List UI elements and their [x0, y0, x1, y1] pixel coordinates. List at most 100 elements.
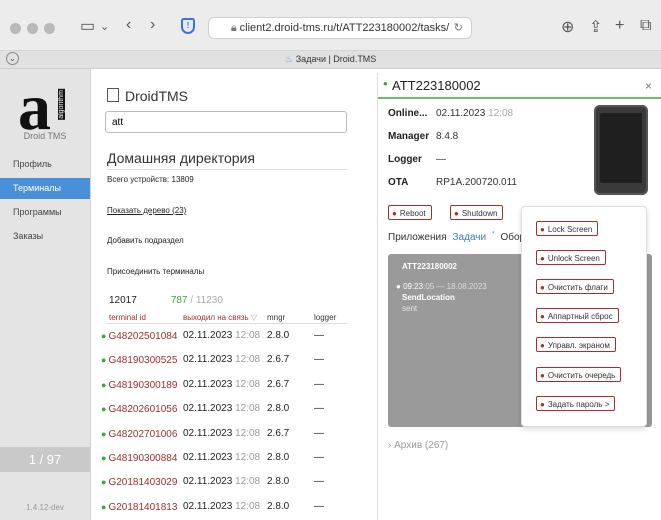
logger-row: Logger — — [388, 154, 446, 165]
tab-tasks-label: Задачи — [452, 232, 487, 244]
tab-title[interactable]: ♨ Задачи | Droid.TMS — [0, 54, 661, 65]
tab-apps[interactable]: Приложения — [388, 232, 447, 243]
shutdown-button[interactable]: ● Shutdown — [450, 205, 504, 220]
search-input[interactable] — [105, 111, 347, 133]
online-dot-icon: ● — [101, 501, 107, 512]
download-icon[interactable]: ⊕ — [561, 17, 574, 37]
main-content: DroidTMS Домашняя директория Всего устро… — [91, 69, 377, 520]
lock-screen-button[interactable]: ● Lock Screen — [536, 221, 599, 236]
logo-caption: Droid TMS — [23, 131, 67, 141]
column-logger[interactable]: logger — [314, 313, 336, 322]
manager-value: 8.4.8 — [436, 131, 459, 142]
column-mngr[interactable]: mngr — [267, 313, 285, 322]
column-terminal-id[interactable]: terminal id — [109, 313, 146, 322]
last-seen: 02.11.2023 12:08 — [183, 348, 260, 372]
browser-toolbar: ▭ ⌄ ‹ › ! 🔒︎ client2.droid-tms.ru/t/ATT22… — [0, 0, 661, 51]
online-dot-icon: ● — [101, 428, 107, 439]
url-text: client2.droid-tms.ru/t/ATT223180002/task… — [239, 22, 450, 34]
logger-version: — — [314, 330, 324, 341]
address-bar[interactable]: 🔒︎ client2.droid-tms.ru/t/ATT223180002/ta… — [208, 17, 472, 39]
mngr-version: 2.6.7 — [267, 354, 290, 366]
logger-version: — — [314, 427, 324, 439]
online-dot-icon: ● — [101, 379, 107, 390]
logger-version: — — [314, 354, 324, 366]
reboot-dot-icon: ● — [392, 209, 397, 218]
task-command: SendLocation — [402, 293, 455, 302]
count-online[interactable]: 787 — [171, 295, 188, 306]
minimize-window-button[interactable] — [27, 23, 38, 34]
last-seen-date: 02.11.2023 — [183, 427, 233, 439]
pager[interactable]: 1 / 97 — [0, 447, 90, 472]
count-total: 12017 — [109, 295, 137, 306]
close-window-button[interactable] — [10, 23, 21, 34]
dot-icon: ● — [540, 400, 545, 409]
last-seen: 02.11.2023 12:08 — [183, 397, 260, 421]
chevron-right-icon: > — [604, 400, 610, 409]
last-seen: 02.11.2023 12:08 — [183, 446, 260, 470]
zoom-window-button[interactable] — [44, 23, 55, 34]
clear-flags-button[interactable]: ● Очистить флаги — [536, 279, 614, 294]
new-tab-icon[interactable]: + — [615, 17, 624, 35]
hardware-reset-button[interactable]: ● Аппартный сброс — [536, 308, 619, 323]
sidebar-icon[interactable]: ▭ — [80, 16, 95, 36]
tab-tasks[interactable]: Задачи * — [453, 232, 495, 243]
forward-button[interactable]: › — [150, 16, 155, 34]
archive-toggle[interactable]: › Архив (267) — [388, 440, 448, 451]
show-tree-link[interactable]: Показать дерево (23) — [107, 206, 186, 215]
ota-value: RP1A.200720.011 — [436, 177, 517, 188]
set-password-button[interactable]: ● Задать пароль > — [536, 396, 616, 411]
share-icon[interactable]: ⇪ — [589, 17, 602, 37]
attach-terminals-link[interactable]: Присоединить терминалы — [107, 267, 204, 276]
last-seen-time: 12:08 — [235, 354, 261, 366]
screen-control-button[interactable]: ● Управл. экраном — [536, 337, 616, 352]
panel-header: ● ATT223180002 × — [378, 73, 661, 99]
column-last-seen[interactable]: выходил на связь ▽ — [183, 313, 257, 322]
menu-item-label: Lock Screen — [547, 225, 593, 234]
menu-item-label: Управл. экраном — [547, 341, 610, 350]
online-dot-icon: ● — [101, 477, 107, 488]
terminal-id-text: G20181403029 — [108, 477, 178, 489]
unlock-screen-button[interactable]: ● Unlock Screen — [536, 250, 606, 265]
back-button[interactable]: ‹ — [126, 16, 131, 34]
sidebar-item-profile[interactable]: Профиль — [0, 154, 90, 175]
count-other[interactable]: 11230 — [196, 295, 223, 306]
privacy-shield-icon[interactable]: ! — [181, 18, 195, 34]
version-label: 1.4.12-dev — [26, 503, 64, 512]
actions-menu: ● Lock Screen ● Unlock Screen ● Очистить фл… — [521, 206, 647, 427]
mngr-version: 2.6.7 — [267, 427, 290, 439]
page-title: Домашняя директория — [107, 150, 347, 170]
mngr-version: 2.8.0 — [267, 403, 290, 415]
column-last-seen-label: выходил на связь — [183, 313, 249, 322]
tab-overview-icon[interactable]: ⧉ — [640, 17, 651, 35]
last-seen-time: 12:08 — [235, 403, 261, 415]
terminal-id-text: G48190300525 — [108, 355, 178, 367]
sidebar-item-orders[interactable]: Заказы — [0, 226, 90, 247]
close-icon[interactable]: × — [645, 79, 652, 93]
online-status-dot: ● — [383, 79, 388, 88]
terminal-id-text: G48202601056 — [108, 404, 178, 416]
add-subsection-link[interactable]: Добавить подраздел — [107, 236, 184, 245]
terminal-id-text: G48202501084 — [108, 331, 178, 342]
chevron-down-icon[interactable]: ⌄ — [100, 20, 109, 33]
sort-icon: ▽ — [250, 313, 258, 322]
reboot-button[interactable]: ● Reboot — [388, 205, 432, 220]
online-row: Online... 02.11.2023 12:08 — [388, 108, 513, 119]
sidebar-item-programs[interactable]: Программы — [0, 202, 90, 223]
favicon-icon: ♨ — [284, 54, 293, 64]
dot-icon: ● — [540, 341, 545, 350]
dot-icon: ● — [540, 254, 545, 263]
chevron-right-icon: › — [388, 440, 392, 451]
clear-queue-button[interactable]: ● Очистить очередь — [536, 367, 622, 382]
mngr-version: 2.8.0 — [267, 476, 290, 488]
online-value: 02.11.2023 12:08 — [436, 108, 513, 119]
app-title-text: DroidTMS — [125, 88, 189, 104]
task-card-title: ATT223180002 — [402, 262, 457, 271]
window-controls — [10, 23, 61, 37]
menu-item-label: Очистить очередь — [547, 371, 616, 380]
sidebar-item-terminals[interactable]: Терминалы — [0, 178, 90, 199]
terminal-id-text: G20181401813 — [108, 501, 178, 513]
dot-icon: ● — [540, 312, 545, 321]
reload-icon[interactable]: ↻ — [454, 18, 463, 38]
last-seen: 02.11.2023 12:08 — [183, 373, 260, 397]
menu-item-label: Очистить флаги — [547, 283, 608, 292]
